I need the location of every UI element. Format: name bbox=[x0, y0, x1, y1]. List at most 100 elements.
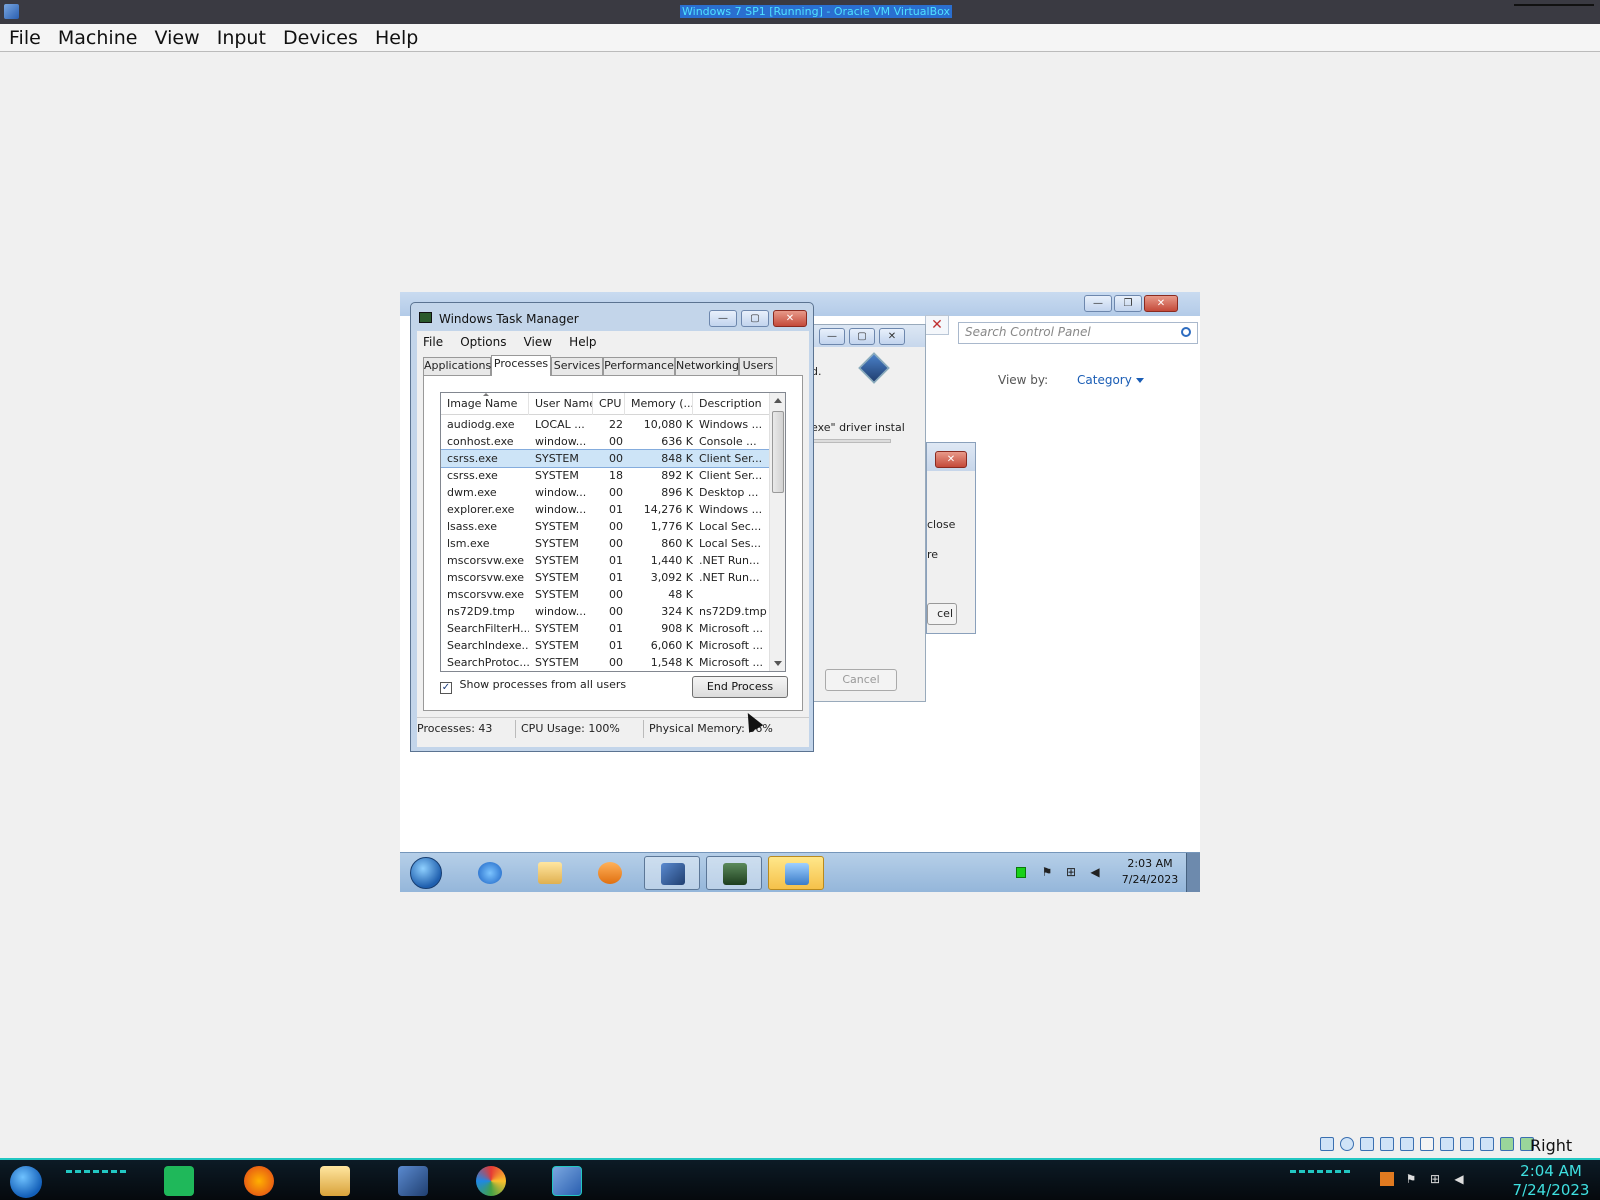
shared-folders-icon[interactable] bbox=[1420, 1137, 1434, 1151]
table-row[interactable]: SearchIndexe... SYSTEM 01 6,060 K Microsoft … bbox=[441, 637, 771, 654]
tm-minimize-button[interactable]: — bbox=[709, 310, 737, 327]
guest-clock-date[interactable]: 7/24/2023 bbox=[1120, 873, 1180, 886]
column-description[interactable]: Description bbox=[693, 393, 771, 415]
cp-close-button[interactable]: ✕ bbox=[1144, 295, 1178, 312]
installer-minimize-button[interactable]: — bbox=[819, 328, 845, 345]
vbox-menu-devices[interactable]: Devices bbox=[280, 24, 361, 52]
confirm-close-button[interactable]: ✕ bbox=[935, 451, 967, 468]
scroll-up-icon[interactable] bbox=[774, 398, 782, 403]
installer-cancel-button[interactable]: Cancel bbox=[825, 669, 897, 691]
column-user-name[interactable]: User Name bbox=[529, 393, 593, 415]
windows-start-button[interactable] bbox=[410, 857, 442, 889]
scrollbar-thumb[interactable] bbox=[772, 411, 784, 493]
table-row[interactable]: mscorsvw.exe SYSTEM 00 48 K bbox=[441, 586, 771, 603]
taskbar-file-explorer[interactable] bbox=[522, 856, 578, 890]
flag-icon[interactable]: ⚑ bbox=[1404, 1172, 1418, 1186]
table-row[interactable]: lsass.exe SYSTEM 00 1,776 K Local Sec... bbox=[441, 518, 771, 535]
hard-disk-icon[interactable] bbox=[1320, 1137, 1334, 1151]
flag-icon[interactable]: ⚑ bbox=[1040, 866, 1054, 879]
network-adapter-icon[interactable] bbox=[1380, 1137, 1394, 1151]
control-panel-search-input[interactable]: Search Control Panel bbox=[958, 322, 1198, 344]
taskbar-virtualbox-installer[interactable] bbox=[644, 856, 700, 890]
host-start-button[interactable] bbox=[10, 1166, 42, 1198]
firefox-icon[interactable] bbox=[244, 1166, 274, 1196]
process-list-scrollbar[interactable] bbox=[769, 393, 785, 671]
tab-users[interactable]: Users bbox=[739, 357, 777, 375]
guest-screen[interactable]: — ❐ ✕ ✕ Search Control Panel View by: Ca… bbox=[400, 292, 1200, 892]
table-row[interactable]: mscorsvw.exe SYSTEM 01 3,092 K .NET Run... bbox=[441, 569, 771, 586]
tm-menu-file[interactable]: File bbox=[417, 332, 449, 352]
cp-minimize-button[interactable]: — bbox=[1084, 295, 1112, 312]
tab-services[interactable]: Services bbox=[551, 357, 603, 375]
taskbar-media-player[interactable] bbox=[582, 856, 638, 890]
view-by-dropdown[interactable]: Category bbox=[1077, 373, 1132, 387]
windows-7-vm-icon[interactable] bbox=[552, 1166, 582, 1196]
table-row[interactable]: mscorsvw.exe SYSTEM 01 1,440 K .NET Run... bbox=[441, 552, 771, 569]
checkbox-checked-icon[interactable]: ✓ bbox=[440, 682, 452, 694]
tm-menu-help[interactable]: Help bbox=[563, 332, 602, 352]
vbox-menu-help[interactable]: Help bbox=[372, 24, 421, 52]
chrome-icon[interactable] bbox=[476, 1166, 506, 1196]
table-row[interactable]: lsm.exe SYSTEM 00 860 K Local Ses... bbox=[441, 535, 771, 552]
titlebar-controls[interactable] bbox=[1514, 4, 1594, 10]
table-row[interactable]: ns72D9.tmp window... 00 324 K ns72D9.tmp bbox=[441, 603, 771, 620]
notes-app-icon[interactable] bbox=[164, 1166, 194, 1196]
chevron-down-icon[interactable] bbox=[1136, 378, 1144, 383]
process-list[interactable]: Image Name User Name CPU Memory (... Des… bbox=[440, 392, 786, 672]
taskbar-task-manager[interactable] bbox=[706, 856, 762, 890]
tab-applications[interactable]: Applications bbox=[423, 357, 491, 375]
column-memory[interactable]: Memory (... bbox=[625, 393, 693, 415]
usb-icon[interactable] bbox=[1400, 1137, 1414, 1151]
tab-performance[interactable]: Performance bbox=[603, 357, 675, 375]
host-clock-time[interactable]: 2:04 AM bbox=[1506, 1162, 1596, 1180]
table-row[interactable]: csrss.exe SYSTEM 00 848 K Client Ser... bbox=[441, 449, 772, 468]
tab-networking[interactable]: Networking bbox=[675, 357, 739, 375]
vbox-menu-view[interactable]: View bbox=[152, 24, 203, 52]
installer-close-button[interactable]: ✕ bbox=[879, 328, 905, 345]
tab-processes[interactable]: Processes bbox=[491, 355, 551, 376]
column-image-name[interactable]: Image Name bbox=[441, 393, 529, 415]
scroll-down-icon[interactable] bbox=[774, 661, 782, 666]
network-icon[interactable]: ⊞ bbox=[1064, 866, 1078, 879]
network-icon[interactable]: ⊞ bbox=[1428, 1172, 1442, 1186]
audio-icon[interactable] bbox=[1360, 1137, 1374, 1151]
tm-menu-options[interactable]: Options bbox=[454, 332, 512, 352]
tm-close-button[interactable]: ✕ bbox=[773, 310, 807, 327]
virtualbox-icon[interactable] bbox=[398, 1166, 428, 1196]
table-row[interactable]: explorer.exe window... 01 14,276 K Windows .… bbox=[441, 501, 771, 518]
search-icon[interactable] bbox=[1181, 327, 1191, 337]
installer-maximize-button[interactable]: ▢ bbox=[849, 328, 875, 345]
table-row[interactable]: dwm.exe window... 00 896 K Desktop ... bbox=[441, 484, 771, 501]
vbox-menu-file[interactable]: File bbox=[6, 24, 44, 52]
cp-restore-button[interactable]: ❐ bbox=[1114, 295, 1142, 312]
tm-maximize-button[interactable]: ▢ bbox=[741, 310, 769, 327]
task-manager-titlebar[interactable]: Windows Task Manager — ▢ ✕ bbox=[411, 303, 813, 331]
display-icon[interactable] bbox=[1440, 1137, 1454, 1151]
vbox-menu-input[interactable]: Input bbox=[214, 24, 269, 52]
cp-clear-icon[interactable]: ✕ bbox=[925, 315, 949, 335]
volume-icon[interactable]: ◀ bbox=[1452, 1172, 1466, 1186]
table-row[interactable]: conhost.exe window... 00 636 K Console ... bbox=[441, 433, 771, 450]
show-all-processes-checkbox[interactable]: ✓ Show processes from all users bbox=[440, 678, 626, 694]
table-row[interactable]: SearchProtoc... SYSTEM 00 1,548 K Microsoft … bbox=[441, 654, 771, 671]
guest-clock-time[interactable]: 2:03 AM bbox=[1120, 857, 1180, 870]
vbox-menu-machine[interactable]: Machine bbox=[55, 24, 141, 52]
host-clock-date[interactable]: 7/24/2023 bbox=[1506, 1181, 1596, 1199]
taskbar-control-panel[interactable] bbox=[768, 856, 824, 890]
show-desktop-button[interactable] bbox=[1186, 853, 1200, 892]
mouse-integration-icon[interactable] bbox=[1500, 1137, 1514, 1151]
cpu-activity-icon[interactable] bbox=[1480, 1137, 1494, 1151]
tm-menu-view[interactable]: View bbox=[518, 332, 558, 352]
confirm-cancel-button[interactable]: cel bbox=[927, 603, 957, 625]
table-row[interactable]: SearchFilterH... SYSTEM 01 908 K Microsoft .… bbox=[441, 620, 771, 637]
end-process-button[interactable]: End Process bbox=[692, 676, 788, 698]
recording-icon[interactable] bbox=[1460, 1137, 1474, 1151]
tray-app-icon[interactable] bbox=[1380, 1172, 1394, 1186]
table-row[interactable]: audiodg.exe LOCAL ... 22 10,080 K Windows ..… bbox=[441, 416, 771, 433]
column-cpu[interactable]: CPU bbox=[593, 393, 625, 415]
taskbar-internet-explorer[interactable] bbox=[462, 856, 518, 890]
volume-icon[interactable]: ◀ bbox=[1088, 866, 1102, 879]
optical-drive-icon[interactable] bbox=[1340, 1137, 1354, 1151]
tray-status-icon[interactable] bbox=[1016, 867, 1026, 878]
file-explorer-icon[interactable] bbox=[320, 1166, 350, 1196]
